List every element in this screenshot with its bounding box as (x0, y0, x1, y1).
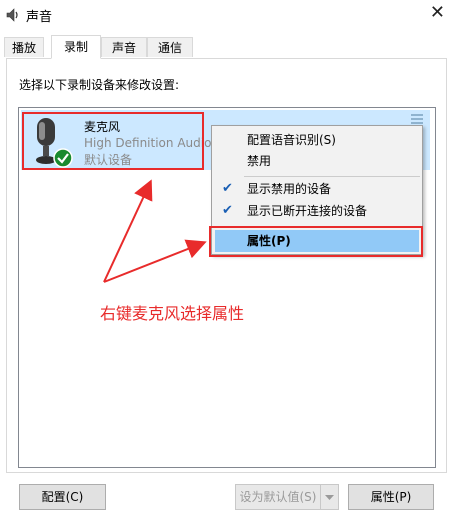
tab-recording[interactable]: 录制 (51, 35, 101, 59)
set-default-dropdown[interactable] (320, 484, 339, 510)
window-title: 声音 (26, 10, 53, 25)
chevron-down-icon (325, 495, 334, 500)
check-icon: ✔ (222, 203, 233, 218)
tab-communications[interactable]: 通信 (147, 37, 193, 57)
default-check-icon (53, 148, 73, 168)
context-menu: 配置语音识别(S) 禁用 ✔ 显示禁用的设备 ✔ 显示已断开连接的设备 属性(P… (211, 125, 423, 255)
microphone-icon (36, 118, 73, 168)
title-bar: 声音 ✕ (0, 0, 453, 30)
menu-separator (244, 176, 420, 177)
device-driver: High Definition Audio (84, 136, 212, 150)
menu-item-disable[interactable]: 禁用 (212, 150, 422, 172)
configure-button[interactable]: 配置(C) (19, 484, 106, 510)
device-name: 麦克风 (84, 120, 121, 134)
properties-button[interactable]: 属性(P) (348, 484, 434, 510)
device-status: 默认设备 (84, 153, 133, 167)
menu-item-configure-speech[interactable]: 配置语音识别(S) (212, 129, 422, 151)
check-icon: ✔ (222, 181, 233, 196)
speaker-icon (6, 8, 18, 22)
tab-sounds[interactable]: 声音 (101, 37, 147, 57)
close-button[interactable]: ✕ (430, 2, 445, 23)
tab-playback[interactable]: 播放 (4, 37, 44, 57)
menu-item-show-disconnected[interactable]: ✔ 显示已断开连接的设备 (212, 200, 422, 222)
menu-item-properties[interactable]: 属性(P) (215, 230, 419, 252)
annotation-text: 右键麦克风选择属性 (100, 304, 245, 323)
set-default-button[interactable]: 设为默认值(S) (235, 484, 321, 510)
menu-separator (244, 226, 420, 227)
menu-item-show-disabled[interactable]: ✔ 显示禁用的设备 (212, 178, 422, 200)
instruction-label: 选择以下录制设备来修改设置: (19, 78, 180, 92)
